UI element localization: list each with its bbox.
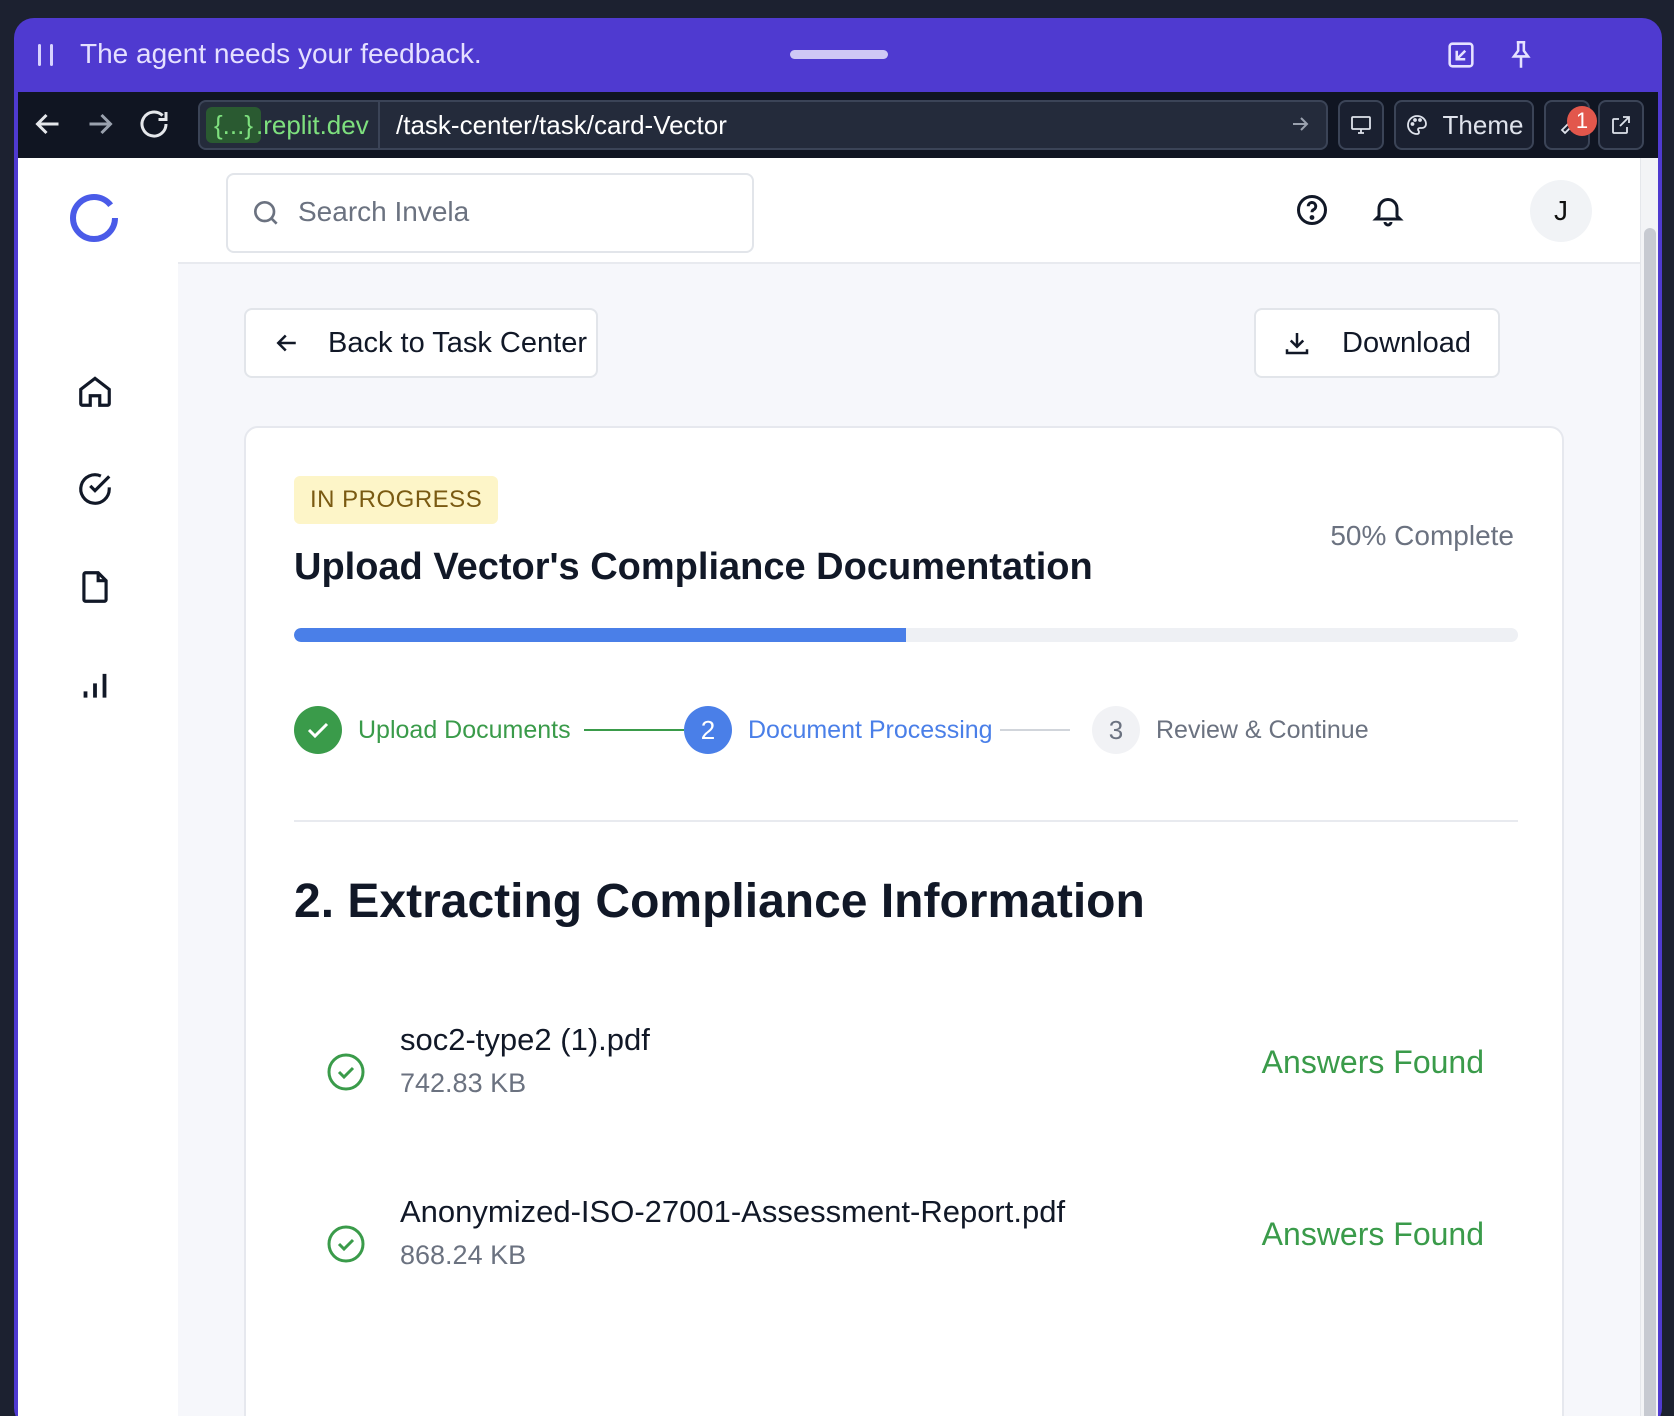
search-placeholder: Search Invela [298,196,470,227]
back-arrow-icon[interactable] [30,106,66,142]
file-status: Answers Found [1261,1216,1484,1252]
url-separator [378,102,380,148]
pin-icon[interactable] [1504,38,1538,72]
step-2-label: Document Processing [748,716,993,744]
scrollbar[interactable] [1640,158,1658,1416]
file-name: Anonymized-ISO-27001-Assessment-Report.p… [400,1194,1066,1229]
external-link-icon [1612,116,1630,134]
file-name: soc2-type2 (1).pdf [400,1022,650,1057]
pause-icon[interactable] [38,44,56,66]
main-content: Search Invela J Back to Task Center Down… [178,158,1640,1416]
download-icon [1285,333,1309,355]
notification-badge: 1 [1567,106,1597,136]
step-connector-1 [584,729,684,731]
check-circle-icon [327,1225,365,1263]
download-button-label: Download [1342,326,1471,359]
theme-button[interactable]: Theme [1394,100,1534,150]
agent-window: The agent needs your feedback. {...} .re… [14,18,1662,1416]
monitor-icon [1351,116,1371,134]
scrollbar-thumb[interactable] [1644,228,1656,1416]
checkmark-icon [307,722,329,739]
step-1-complete-indicator [294,706,342,754]
go-arrow-icon[interactable] [1288,112,1312,136]
divider [294,820,1518,822]
url-host-domain: .replit.dev [256,110,369,140]
sidebar [18,158,178,1416]
file-row: Anonymized-ISO-27001-Assessment-Report.p… [294,1194,1518,1304]
invela-logo-icon[interactable] [68,192,120,244]
forward-arrow-icon[interactable] [82,106,118,142]
address-bar[interactable]: {...} .replit.dev /task-center/task/card… [198,100,1328,150]
help-icon[interactable] [1294,192,1330,228]
task-title: Upload Vector's Compliance Documentation [294,546,1093,588]
download-button[interactable]: Download [1254,308,1500,378]
search-input[interactable]: Search Invela [226,173,754,253]
step-2-indicator: 2 [684,706,732,754]
section-title: 2. Extracting Compliance Information [294,875,1145,928]
url-host-prefix: {...} [206,107,262,143]
file-row: soc2-type2 (1).pdf 742.83 KB Answers Fou… [294,1022,1518,1132]
step-3-label: Review & Continue [1156,716,1369,744]
step-1-label: Upload Documents [358,716,571,744]
file-icon[interactable] [76,568,114,606]
reload-icon[interactable] [136,106,172,142]
url-path: /task-center/task/card-Vector [396,110,727,140]
browser-toolbar: {...} .replit.dev /task-center/task/card… [18,92,1658,158]
file-size: 868.24 KB [400,1240,527,1270]
tasks-check-icon[interactable] [76,470,114,508]
progress-percent: 50% Complete [1330,520,1514,551]
step-3-indicator: 3 [1092,706,1140,754]
theme-label: Theme [1442,109,1524,140]
app-viewport: Search Invela J Back to Task Center Down… [18,158,1658,1416]
status-badge: IN PROGRESS [294,476,499,524]
drag-handle[interactable] [790,50,888,59]
agent-feedback-bar: The agent needs your feedback. [14,18,1662,92]
arrow-left-icon [276,334,296,352]
collapse-icon[interactable] [1444,38,1478,72]
progress-fill [294,628,906,642]
file-status: Answers Found [1261,1044,1484,1080]
avatar[interactable]: J [1530,180,1592,242]
check-circle-icon [327,1053,365,1091]
back-button-label: Back to Task Center [328,326,587,359]
search-icon [254,201,278,225]
back-to-task-center-button[interactable]: Back to Task Center [244,308,598,378]
agent-message: The agent needs your feedback. [80,38,482,69]
devices-button[interactable] [1338,100,1384,150]
top-header: Search Invela J [178,158,1640,264]
bell-icon[interactable] [1370,192,1406,228]
step-connector-2 [1000,729,1070,731]
analytics-icon[interactable] [76,666,114,704]
stepper: Upload Documents 2 Document Processing 3… [294,706,1518,756]
palette-icon [1406,115,1427,135]
open-external-button[interactable] [1598,100,1644,150]
progress-bar [294,628,1518,642]
task-card: IN PROGRESS Upload Vector's Compliance D… [244,426,1564,1416]
home-icon[interactable] [76,372,114,410]
file-size: 742.83 KB [400,1068,527,1098]
